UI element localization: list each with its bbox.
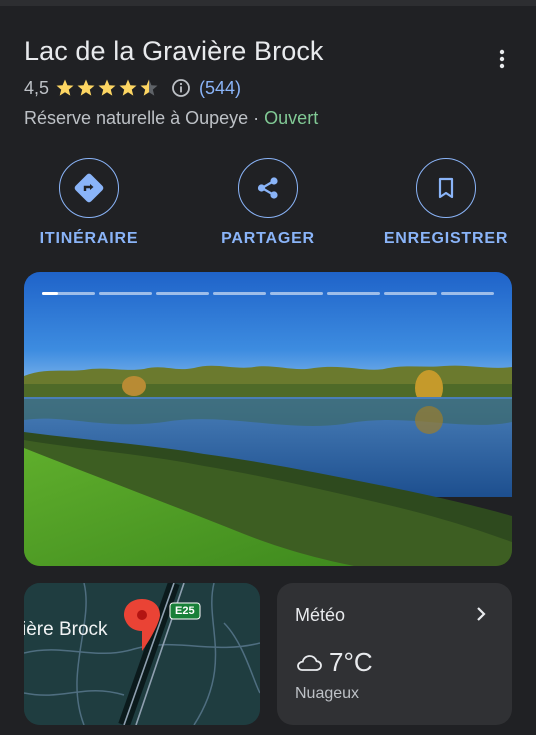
weather-temperature: 7°C xyxy=(329,647,373,677)
progress-segment xyxy=(99,292,152,295)
progress-segment xyxy=(441,292,494,295)
cloud-icon xyxy=(297,654,322,671)
place-photo[interactable] xyxy=(24,272,512,566)
open-status: Ouvert xyxy=(264,108,319,128)
stars-icon xyxy=(56,79,158,96)
directions-label: ITINÉRAIRE xyxy=(39,230,139,247)
map-image xyxy=(24,583,260,725)
progress-segment xyxy=(213,292,266,295)
place-category: Réserve naturelle à Oupeye xyxy=(24,108,249,128)
weather-condition: Nuageux xyxy=(295,685,360,702)
lake-photo-image xyxy=(24,272,512,566)
more-options-button[interactable] xyxy=(490,46,514,72)
chevron-right-icon[interactable] xyxy=(474,605,488,628)
map-place-label: ière Brock xyxy=(24,619,108,640)
share-label: PARTAGER xyxy=(221,230,315,247)
progress-segment xyxy=(156,292,209,295)
progress-segment-active xyxy=(42,292,95,295)
road-badge-text: E25 xyxy=(175,605,195,617)
star-rating xyxy=(55,78,159,98)
progress-segment xyxy=(270,292,323,295)
progress-segment xyxy=(327,292,380,295)
weather-temp-row: 7°C xyxy=(295,647,373,678)
rating-value: 4,5 xyxy=(24,77,50,98)
weather-title: Météo xyxy=(295,605,346,625)
place-title: Lac de la Gravière Brock xyxy=(24,36,324,66)
directions-circle xyxy=(59,158,119,218)
save-button[interactable]: ENREGISTRER xyxy=(376,158,516,248)
share-button[interactable]: PARTAGER xyxy=(198,158,338,248)
directions-button[interactable]: ITINÉRAIRE xyxy=(19,158,159,248)
place-subtitle: Réserve naturelle à Oupeye · Ouvert xyxy=(24,108,318,129)
separator-dot: · xyxy=(253,108,260,128)
share-icon xyxy=(257,177,278,199)
info-icon[interactable] xyxy=(171,78,191,98)
directions-icon xyxy=(74,173,104,203)
more-vert-icon xyxy=(499,49,505,69)
save-circle xyxy=(416,158,476,218)
top-divider xyxy=(0,0,536,6)
map-card[interactable]: E25 ière Brock xyxy=(24,583,260,725)
weather-card[interactable]: Météo 7°C Nuageux xyxy=(277,583,512,725)
rating-row[interactable]: 4,5 (544) xyxy=(24,76,241,100)
progress-segment xyxy=(384,292,437,295)
save-label: ENREGISTRER xyxy=(383,230,509,247)
review-count-link[interactable]: (544) xyxy=(199,78,241,99)
photo-progress xyxy=(42,292,494,295)
bookmark-icon xyxy=(438,177,454,199)
share-circle xyxy=(238,158,298,218)
